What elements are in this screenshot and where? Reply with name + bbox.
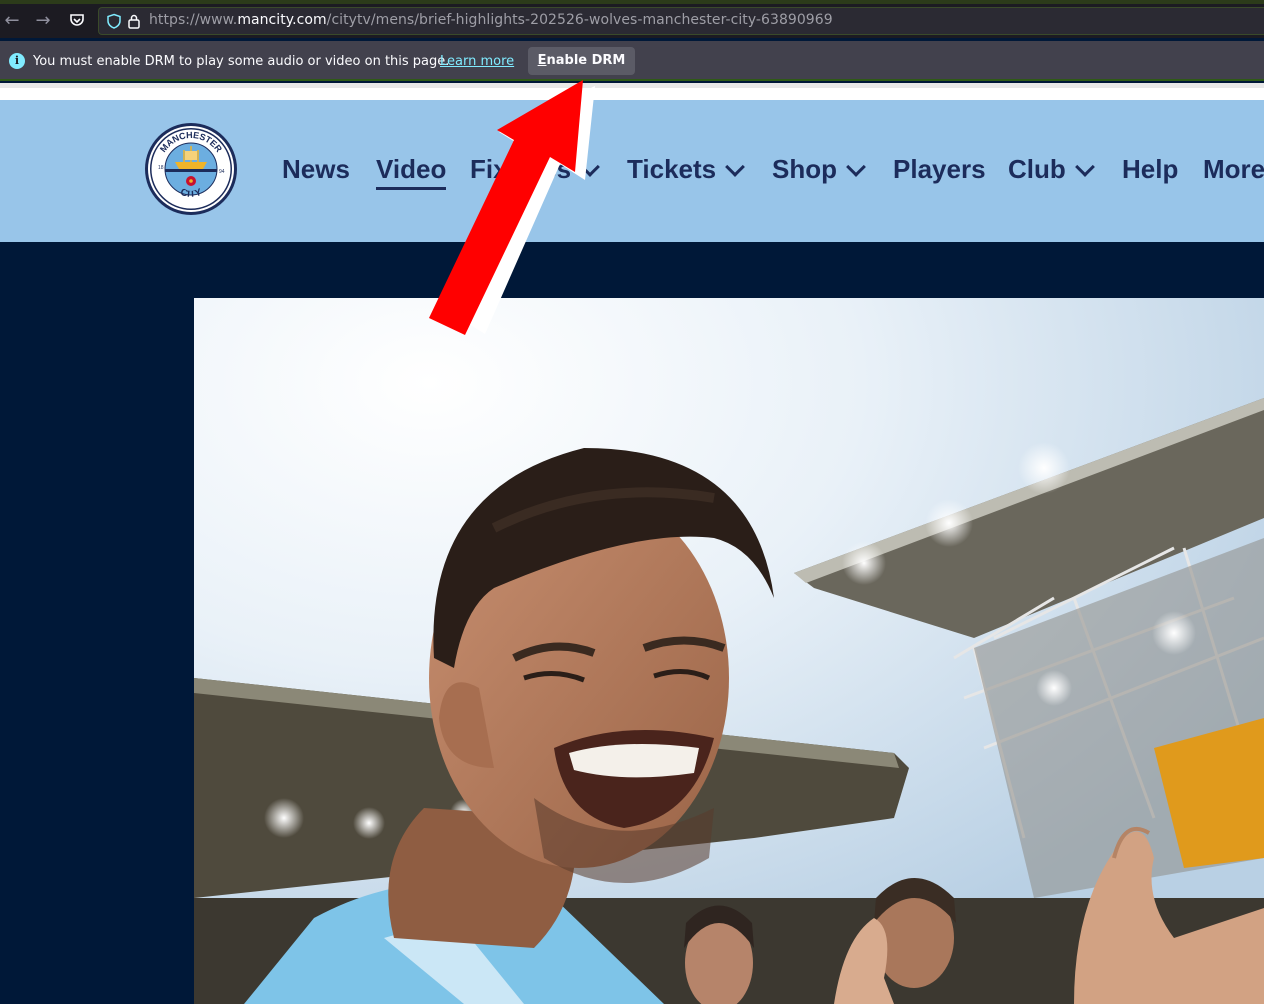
nav-club-label: Club (1008, 154, 1066, 184)
nav-shop[interactable]: Shop (772, 154, 866, 185)
chevron-down-icon (1074, 156, 1095, 177)
address-bar[interactable]: https://www.mancity.com/citytv/mens/brie… (98, 7, 1264, 35)
forward-arrow-icon[interactable]: → (31, 8, 55, 32)
url-prefix: https://www. (149, 12, 238, 28)
chevron-down-icon (725, 156, 746, 177)
back-arrow-icon[interactable]: ← (0, 8, 24, 32)
nav-tickets-label: Tickets (627, 154, 717, 184)
tracking-protection-shield-icon[interactable] (106, 13, 122, 29)
nav-more[interactable]: More (1203, 154, 1264, 185)
site-header: MANCHESTER CITY 18 94 News Video Fixture… (0, 100, 1264, 242)
url-host: mancity.com (237, 12, 327, 28)
nav-news-label: News (282, 154, 350, 184)
url-text[interactable]: https://www.mancity.com/citytv/mens/brie… (149, 12, 833, 28)
crest-year-right: 94 (219, 169, 225, 175)
enable-drm-label: nable DRM (546, 53, 626, 68)
club-crest-logo[interactable]: MANCHESTER CITY 18 94 (144, 122, 238, 216)
video-player[interactable] (194, 298, 1264, 1004)
video-frame-image (194, 298, 1264, 1004)
content-top-gap (0, 88, 1264, 100)
drm-message: You must enable DRM to play some audio o… (33, 54, 450, 69)
nav-club[interactable]: Club (1008, 154, 1095, 185)
nav-help-label: Help (1122, 154, 1179, 184)
url-path: /citytv/mens/brief-highlights-202526-wol… (326, 12, 833, 28)
nav-fixtures-label: Fixtures (470, 154, 572, 184)
nav-players-label: Players (893, 154, 986, 184)
info-icon: i (9, 53, 25, 69)
nav-help[interactable]: Help (1122, 154, 1178, 185)
nav-news[interactable]: News (282, 154, 350, 185)
nav-video-label: Video (376, 154, 447, 190)
nav-shop-label: Shop (772, 154, 837, 184)
drm-notification-bar: i You must enable DRM to play some audio… (0, 41, 1264, 81)
nav-more-label: More (1203, 154, 1264, 184)
nav-fixtures[interactable]: Fixtures (470, 154, 601, 185)
nav-players[interactable]: Players (893, 154, 986, 185)
enable-drm-accesskey: E (537, 53, 547, 68)
learn-more-link[interactable]: Learn more (440, 54, 514, 69)
enable-drm-button[interactable]: Enable DRM (528, 47, 635, 75)
crest-year-left: 18 (158, 165, 164, 171)
browser-toolbar: ← → https://www.mancity.com/citytv/mens/… (0, 4, 1264, 38)
nav-tickets[interactable]: Tickets (627, 154, 746, 185)
nav-video[interactable]: Video (376, 154, 447, 190)
pocket-icon[interactable] (65, 8, 89, 32)
chevron-down-icon (846, 156, 866, 177)
chevron-down-icon (580, 156, 601, 177)
lock-icon[interactable] (126, 13, 142, 29)
